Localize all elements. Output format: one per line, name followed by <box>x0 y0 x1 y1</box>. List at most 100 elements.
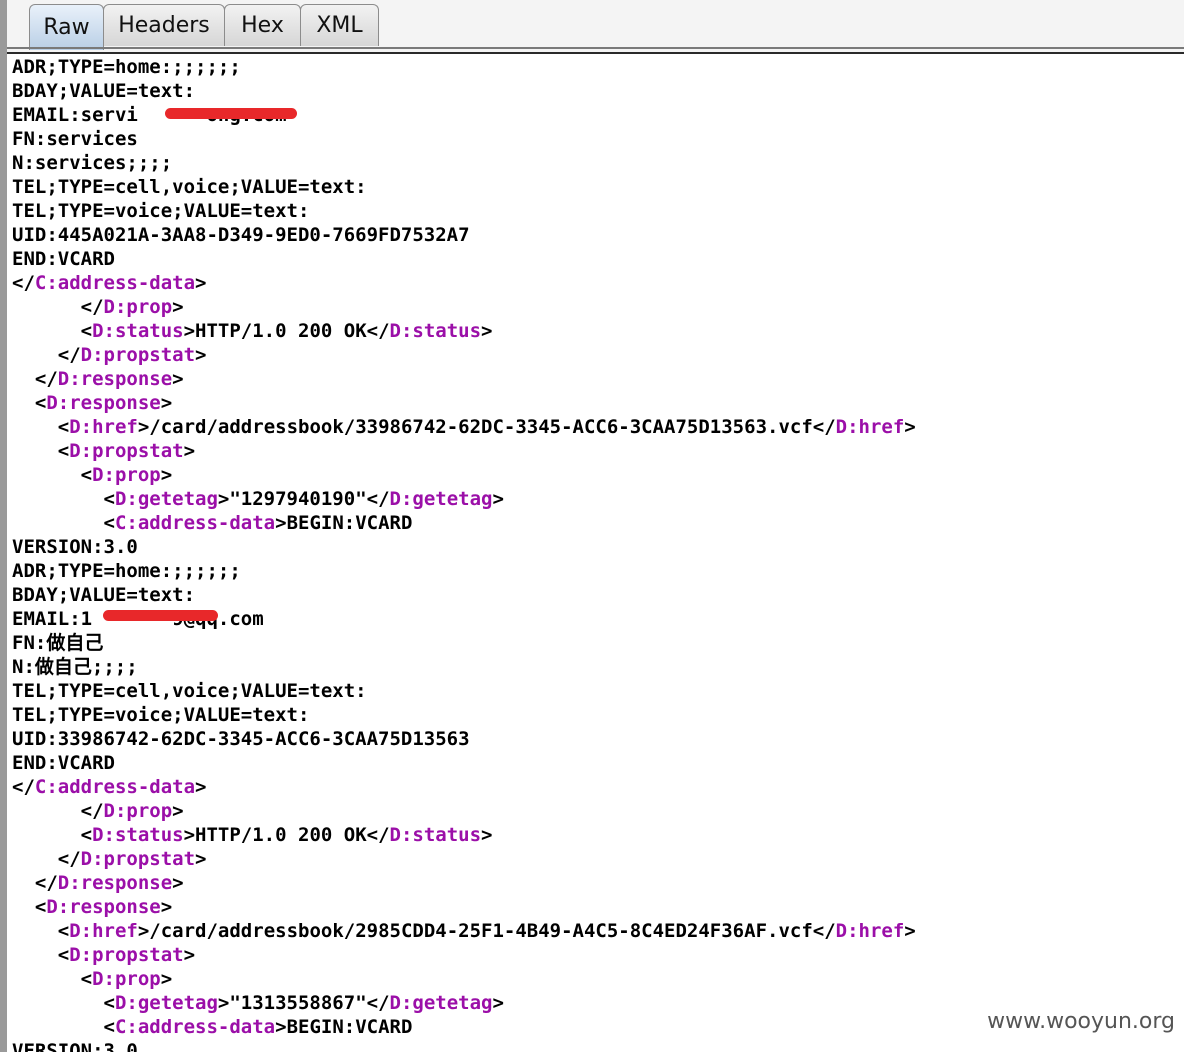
tab-raw[interactable]: Raw <box>29 4 104 50</box>
xml-tag-name: D:href <box>835 920 905 942</box>
xml-tag-name: D:status <box>389 824 482 846</box>
xml-tag-name: C:address-data <box>34 776 196 798</box>
raw-text-area[interactable]: ADR;TYPE=home:;;;;;; BDAY;VALUE=text: EMAI… <box>12 55 1184 1052</box>
text-segment: < <box>103 1016 115 1038</box>
xml-tag-name: D:href <box>835 416 905 438</box>
code-line: <D:getetag>"1297940190"</D:getetag> <box>12 487 1184 511</box>
text-segment: < <box>57 440 70 462</box>
code-line: UID:33986742-62DC-3345-ACC6-3CAA75D13563 <box>12 727 1184 751</box>
code-line: <D:propstat> <box>12 943 1184 967</box>
text-segment: TEL;TYPE=cell,voice;VALUE=text: <box>12 680 367 702</box>
text-segment: </ <box>34 368 58 390</box>
code-line: </C:address-data> <box>12 271 1184 295</box>
text-segment: < <box>80 824 93 846</box>
code-line: N:做自己;;;; <box>12 655 1184 679</box>
xml-tag-name: D:propstat <box>80 344 196 366</box>
text-segment: > <box>904 416 916 438</box>
tab-bar: Raw Headers Hex XML <box>7 0 1184 53</box>
text-segment: > <box>481 824 493 846</box>
text-segment: > <box>195 344 207 366</box>
text-segment: >/card/addressbook/33986742-62DC-3345-AC… <box>137 416 836 438</box>
text-segment: TEL;TYPE=voice;VALUE=text: <box>12 200 310 222</box>
xml-tag-name: D:getetag <box>389 992 493 1014</box>
text-segment: < <box>57 920 70 942</box>
text-segment: < <box>103 512 115 534</box>
code-line: TEL;TYPE=cell,voice;VALUE=text: <box>12 679 1184 703</box>
xml-tag-name: D:status <box>389 320 482 342</box>
code-line: <D:response> <box>12 391 1184 415</box>
text-segment: FN:services <box>12 128 138 150</box>
code-line: <D:prop> <box>12 463 1184 487</box>
code-line: TEL;TYPE=voice;VALUE=text: <box>12 199 1184 223</box>
code-line: <D:status>HTTP/1.0 200 OK</D:status> <box>12 823 1184 847</box>
text-segment: EMAIL:1 <box>12 608 93 630</box>
xml-tag-name: D:response <box>57 872 173 894</box>
text-segment: > <box>183 440 196 462</box>
code-line: BDAY;VALUE=text: <box>12 79 1184 103</box>
text-segment: </ <box>12 272 35 294</box>
text-segment: > <box>172 296 184 318</box>
text-segment: > <box>172 800 184 822</box>
xml-tag-name: C:address-data <box>34 272 196 294</box>
code-line: VERSION:3.0 <box>12 1039 1184 1052</box>
text-segment: </ <box>12 776 35 798</box>
xml-tag-name: D:status <box>92 824 184 846</box>
code-line: </D:response> <box>12 367 1184 391</box>
text-segment: < <box>103 992 115 1014</box>
text-segment: > <box>492 992 504 1014</box>
text-segment: </ <box>80 800 104 822</box>
code-line: ADR;TYPE=home:;;;;;; <box>12 559 1184 583</box>
text-segment: < <box>103 488 115 510</box>
text-segment: VERSION:3.0 <box>12 1040 138 1052</box>
tab-bar-divider <box>7 47 1184 49</box>
tab-xml[interactable]: XML <box>300 4 379 46</box>
code-line: BDAY;VALUE=text: <box>12 583 1184 607</box>
code-line: <D:propstat> <box>12 439 1184 463</box>
text-segment: < <box>34 392 47 414</box>
xml-tag-name: D:prop <box>92 464 161 486</box>
text-segment: < <box>80 320 93 342</box>
xml-tag-name: D:response <box>57 368 173 390</box>
text-segment: BDAY;VALUE=text: <box>12 584 196 606</box>
code-line: </D:propstat> <box>12 343 1184 367</box>
xml-tag-name: D:propstat <box>69 944 184 966</box>
left-border <box>0 0 7 1052</box>
xml-tag-name: D:href <box>69 416 138 438</box>
code-line: VERSION:3.0 <box>12 535 1184 559</box>
tab-hex[interactable]: Hex <box>224 4 301 46</box>
text-segment: </ <box>34 872 58 894</box>
text-segment: >/card/addressbook/2985CDD4-25F1-4B49-A4… <box>137 920 836 942</box>
text-segment: FN:做自己 <box>12 632 104 654</box>
text-segment: < <box>80 464 93 486</box>
text-segment: >BEGIN:VCARD <box>275 512 413 534</box>
text-segment: > <box>172 368 184 390</box>
code-line: </D:propstat> <box>12 847 1184 871</box>
text-segment: >"1313558867"</ <box>217 992 390 1014</box>
text-segment: N:services;;;; <box>12 152 173 174</box>
text-segment: > <box>904 920 916 942</box>
tab-headers[interactable]: Headers <box>103 4 225 46</box>
text-segment: > <box>195 776 207 798</box>
text-segment: > <box>160 392 173 414</box>
text-segment: TEL;TYPE=voice;VALUE=text: <box>12 704 310 726</box>
text-segment: < <box>57 944 70 966</box>
content-top-border <box>7 52 1184 54</box>
code-line: <D:response> <box>12 895 1184 919</box>
text-segment: > <box>160 968 173 990</box>
xml-tag-name: D:response <box>46 896 161 918</box>
code-line: END:VCARD <box>12 247 1184 271</box>
text-segment: VERSION:3.0 <box>12 536 138 558</box>
text-segment: N:做自己;;;; <box>12 656 138 678</box>
xml-tag-name: D:prop <box>103 800 173 822</box>
